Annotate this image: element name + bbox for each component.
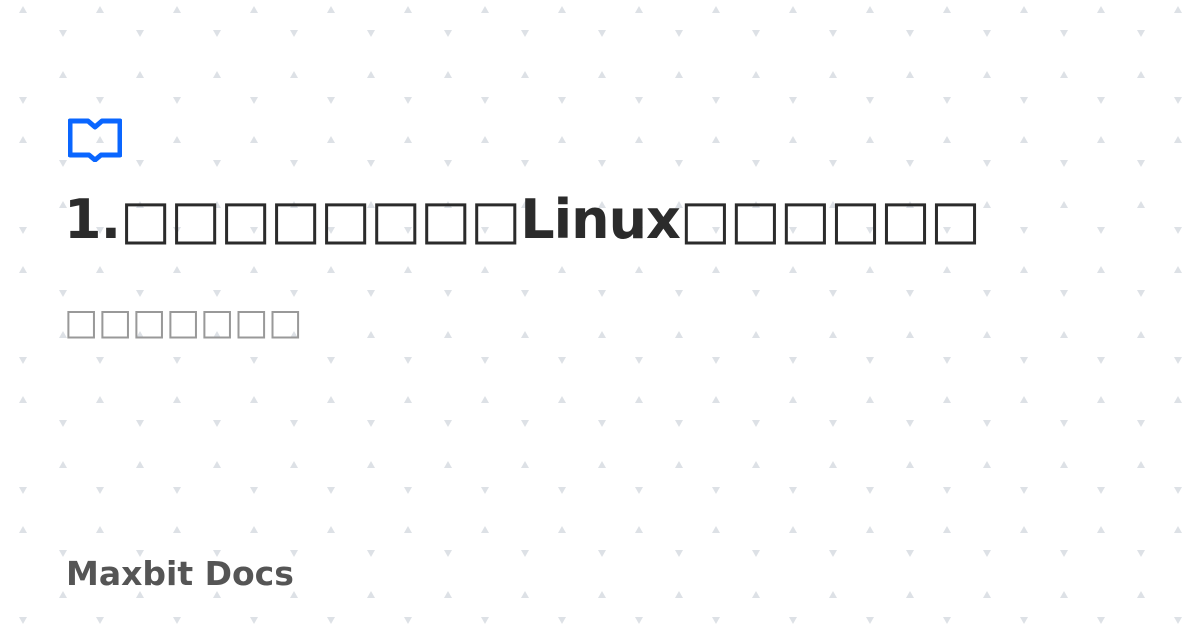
book-open-icon — [68, 118, 122, 162]
page-subtitle: □□□□□□□ — [64, 302, 303, 343]
site-name: Maxbit Docs — [66, 554, 294, 593]
page-title: 1.□□□□□□□□Linux□□□□□□ — [64, 188, 981, 251]
